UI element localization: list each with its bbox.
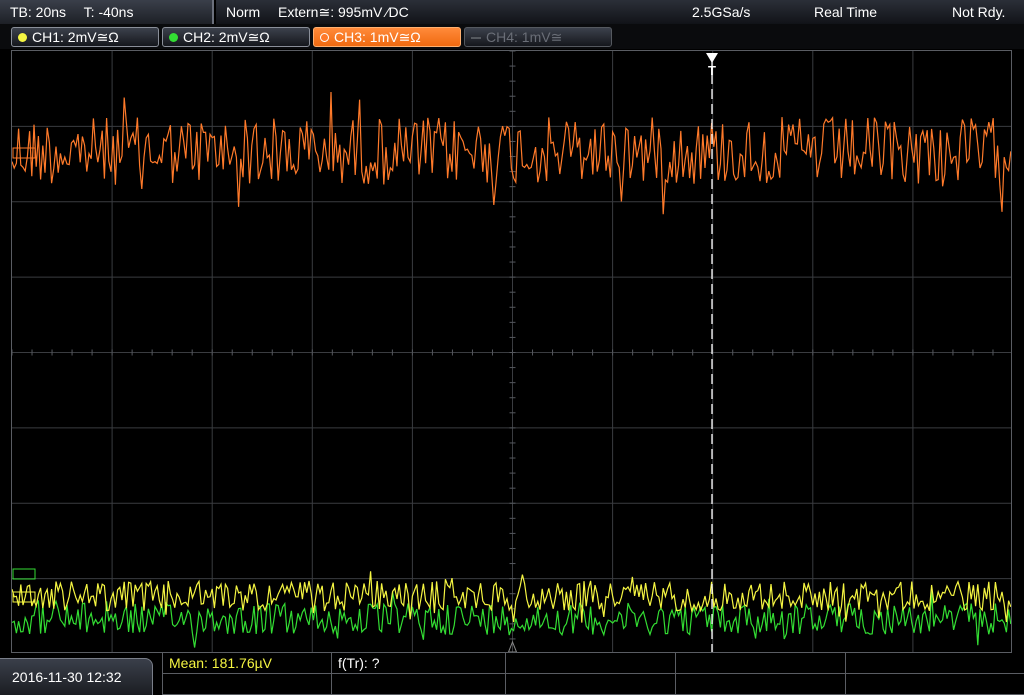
measurement-5[interactable] (846, 653, 1024, 674)
channel-2-label: CH2: 2mV≅Ω (183, 29, 270, 45)
graticule (12, 51, 1011, 652)
measurement-8[interactable] (506, 674, 676, 695)
timebase-panel[interactable]: TB: 20ns T: -40ns (0, 0, 214, 24)
sample-rate: 2.5GSa/s (692, 4, 751, 20)
timebase-value: TB: 20ns (10, 4, 67, 20)
trigger-source: Extern≅: 995mV ⁄DC (278, 4, 409, 20)
measurement-9[interactable] (676, 674, 846, 695)
channel-2-dot-icon (169, 33, 178, 42)
acquisition-mode: Real Time (814, 4, 878, 20)
channel-3-dot-icon (320, 33, 329, 42)
channel-3-label: CH3: 1mV≅Ω (334, 29, 421, 45)
measurement-6[interactable] (162, 674, 332, 695)
status-bar: TB: 20ns T: -40ns Norm Extern≅: 995mV ⁄D… (0, 0, 1024, 24)
channel-tabs: CH1: 2mV≅Ω CH2: 2mV≅Ω CH3: 1mV≅Ω CH4: 1m… (0, 24, 1024, 49)
measurement-3[interactable] (506, 653, 676, 674)
waveform-display[interactable]: T (11, 50, 1012, 653)
ch3-trace (12, 91, 1011, 215)
trigger-label: T (708, 63, 716, 78)
channel-2-tab[interactable]: CH2: 2mV≅Ω (162, 27, 310, 47)
channel-1-tab[interactable]: CH1: 2mV≅Ω (11, 27, 159, 47)
channel-1-label: CH1: 2mV≅Ω (32, 29, 119, 45)
measurement-1[interactable]: Mean: 181.76µV (162, 653, 332, 674)
measurement-10[interactable] (846, 674, 1024, 695)
measurement-4[interactable] (676, 653, 846, 674)
traces (12, 91, 1011, 648)
channel-3-tab[interactable]: CH3: 1mV≅Ω (313, 27, 461, 47)
channel-4-label: CH4: 1mV≅ (486, 29, 563, 45)
trigger-mode: Norm (226, 4, 261, 20)
run-status: Not Rdy. (952, 4, 1006, 20)
waveform-canvas[interactable]: T (12, 51, 1012, 653)
measurement-table[interactable]: Mean: 181.76µV f(Tr): ? (162, 653, 1024, 695)
trigger-arrow-icon (706, 53, 718, 63)
measurement-2[interactable]: f(Tr): ? (332, 653, 506, 674)
date-time: 2016-11-30 12:32 (0, 658, 153, 695)
trigger-time-value: T: -40ns (83, 4, 134, 20)
channel-4-tab[interactable]: CH4: 1mV≅ (464, 27, 612, 47)
ch2-offset-marker-icon[interactable] (12, 568, 36, 580)
measurement-7[interactable] (332, 674, 506, 695)
channel-1-dot-icon (18, 33, 27, 42)
channel-4-off-icon (471, 37, 481, 39)
trigger-panel[interactable]: Norm Extern≅: 995mV ⁄DC 2.5GSa/s Real Ti… (216, 0, 1024, 24)
